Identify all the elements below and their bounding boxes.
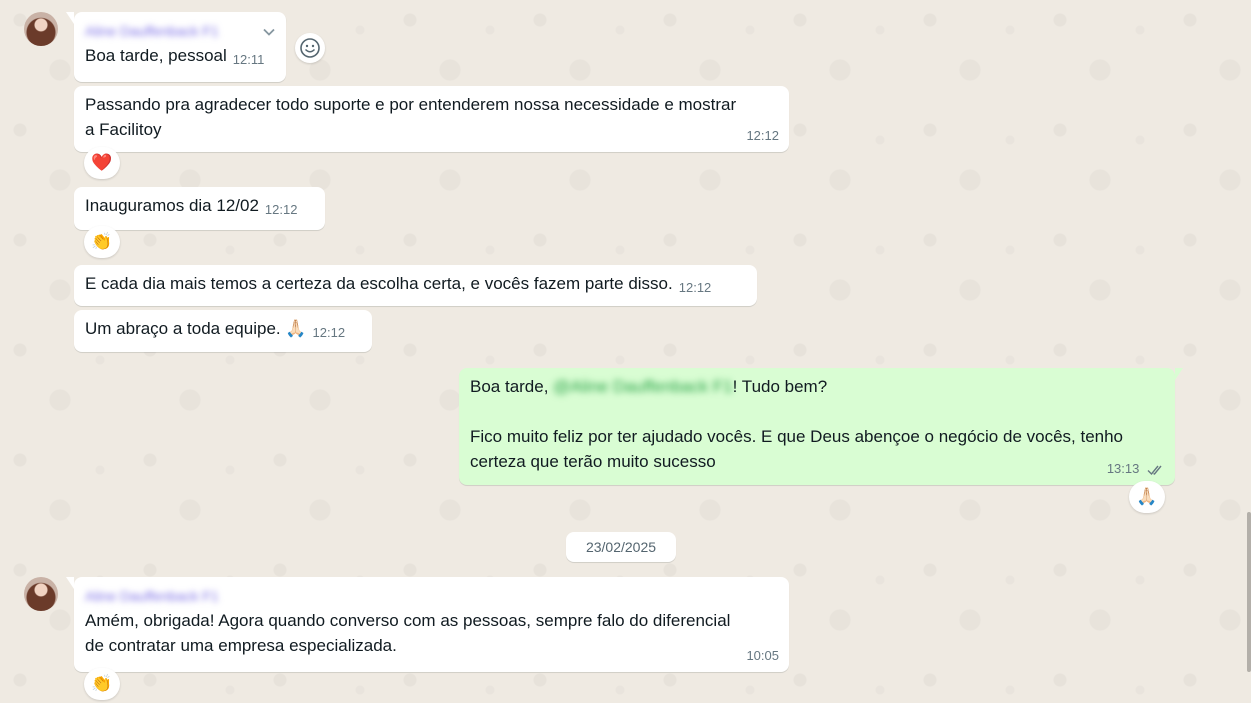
message-time: 12:11: [232, 52, 265, 67]
message-bubble[interactable]: Aline Dauffenback F1 Boa tarde, pessoal 1…: [66, 12, 286, 82]
message-bubble[interactable]: E cada dia mais temos a certeza da escol…: [74, 265, 757, 306]
outgoing-message-bubble[interactable]: Boa tarde, @Aline Dauffenback F1! Tudo b…: [459, 368, 1183, 485]
message-text: Inauguramos dia 12/02 12:12: [85, 196, 298, 217]
chevron-down-icon[interactable]: [262, 22, 276, 36]
message-text-line: Amém, obrigada! Agora quando converso co…: [85, 611, 731, 630]
avatar[interactable]: [24, 12, 58, 46]
message-text: Boa tarde, pessoal 12:11: [85, 46, 265, 67]
scrollbar[interactable]: [1247, 512, 1251, 672]
message-bubble[interactable]: Passando pra agradecer todo suporte e po…: [74, 86, 789, 152]
message-time: 12:12: [678, 280, 712, 295]
message-time: 12:12: [746, 128, 779, 143]
sender-name[interactable]: Aline Dauffenback F1: [85, 20, 219, 42]
message-time: 12:12: [312, 325, 346, 340]
avatar[interactable]: [24, 577, 58, 611]
reaction-pray[interactable]: 🙏🏻: [1129, 481, 1165, 513]
date-separator: 23/02/2025: [566, 532, 676, 562]
reaction-clap[interactable]: 👏: [84, 668, 120, 700]
read-ticks-icon: [1147, 465, 1162, 476]
reaction-clap[interactable]: 👏: [84, 226, 120, 258]
sender-name[interactable]: Aline Dauffenback F1: [85, 585, 219, 607]
message-text: E cada dia mais temos a certeza da escol…: [85, 274, 712, 295]
message-text-line: Passando pra agradecer todo suporte e po…: [85, 95, 737, 114]
message-time: 13:13: [1107, 456, 1165, 481]
message-time: 10:05: [746, 648, 779, 663]
message-bubble[interactable]: Aline Dauffenback F1 Amém, obrigada! Ago…: [66, 577, 789, 672]
message-bubble[interactable]: Inauguramos dia 12/02 12:12: [74, 187, 325, 230]
reaction-heart[interactable]: ❤️: [84, 147, 120, 179]
message-time: 12:12: [264, 202, 298, 217]
mention[interactable]: @Aline Dauffenback F1: [553, 377, 733, 396]
message-text-line: Fico muito feliz por ter ajudado vocês. …: [470, 427, 1124, 446]
message-text-line: certeza que terão muito sucesso: [470, 452, 716, 471]
message-text: Um abraço a toda equipe. 🙏🏻 12:12: [85, 319, 346, 340]
message-text-line: de contratar uma empresa especializada.: [85, 636, 397, 655]
message-bubble[interactable]: Um abraço a toda equipe. 🙏🏻 12:12: [74, 310, 372, 352]
message-text-line: Boa tarde, @Aline Dauffenback F1! Tudo b…: [470, 377, 828, 396]
emoji-reaction-icon[interactable]: [295, 33, 325, 63]
message-text-line: a Facilitoy: [85, 120, 162, 139]
